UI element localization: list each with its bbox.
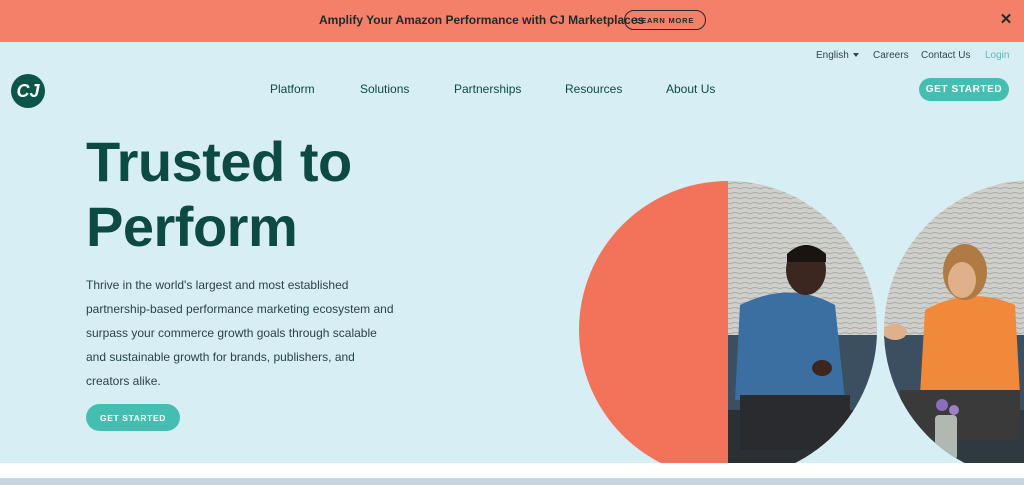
cj-logo[interactable]: CJ xyxy=(11,74,45,108)
hero-get-started-button[interactable]: GET STARTED xyxy=(86,404,180,431)
promo-banner: Amplify Your Amazon Performance with CJ … xyxy=(0,0,1024,42)
nav-item-about-us[interactable]: About Us xyxy=(666,82,715,96)
language-selector[interactable]: English xyxy=(816,50,859,61)
logo-text: CJ xyxy=(16,80,40,101)
caret-down-icon xyxy=(852,53,859,58)
section-divider xyxy=(0,478,1024,485)
close-icon[interactable]: ✕ xyxy=(999,12,1013,28)
nav-get-started-button[interactable]: GET STARTED xyxy=(919,78,1009,101)
promo-banner-text: Amplify Your Amazon Performance with CJ … xyxy=(319,13,645,27)
learn-more-button[interactable]: LEARN MORE xyxy=(624,10,706,30)
language-label: English xyxy=(816,50,849,61)
hero-section: English Careers Contact Us Login CJ Plat… xyxy=(0,42,1024,463)
login-link[interactable]: Login xyxy=(985,50,1009,61)
contact-us-link[interactable]: Contact Us xyxy=(921,50,970,61)
nav-item-solutions[interactable]: Solutions xyxy=(360,82,409,96)
hero-title: Trusted to Perform xyxy=(86,129,466,259)
nav-item-partnerships[interactable]: Partnerships xyxy=(454,82,521,96)
hero-description: Thrive in the world's largest and most e… xyxy=(86,278,394,388)
hero-title-line-1: Trusted to xyxy=(86,130,352,193)
nav-item-resources[interactable]: Resources xyxy=(565,82,622,96)
careers-link[interactable]: Careers xyxy=(873,50,909,61)
nav-item-platform[interactable]: Platform xyxy=(270,82,315,96)
hero-title-line-2: Perform xyxy=(86,195,298,258)
